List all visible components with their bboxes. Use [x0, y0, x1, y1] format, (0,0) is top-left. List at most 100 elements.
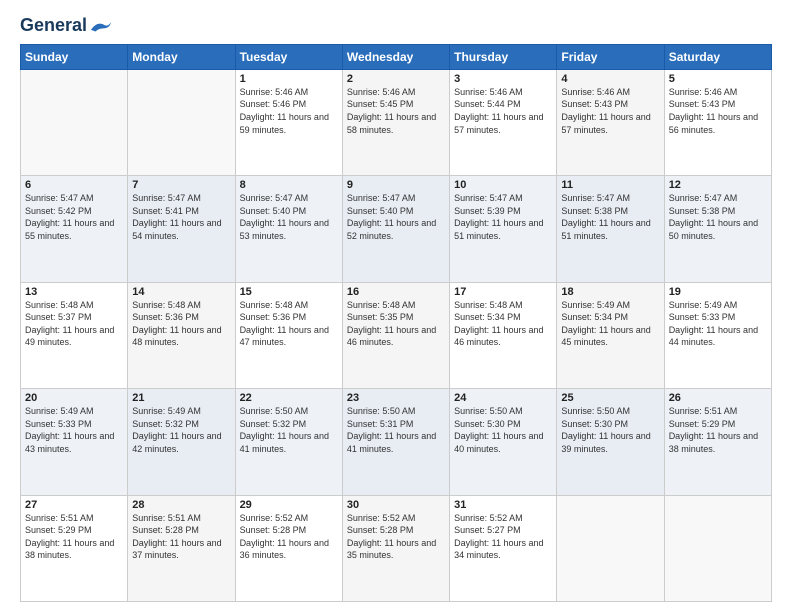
day-sun-info: Sunrise: 5:47 AMSunset: 5:40 PMDaylight:…: [240, 192, 338, 242]
day-sun-info: Sunrise: 5:46 AMSunset: 5:45 PMDaylight:…: [347, 86, 445, 136]
day-number: 1: [240, 73, 338, 85]
weekday-header-tuesday: Tuesday: [235, 44, 342, 69]
calendar-cell: 4Sunrise: 5:46 AMSunset: 5:43 PMDaylight…: [557, 69, 664, 175]
weekday-header-sunday: Sunday: [21, 44, 128, 69]
calendar-cell: 18Sunrise: 5:49 AMSunset: 5:34 PMDayligh…: [557, 282, 664, 388]
day-number: 6: [25, 179, 123, 191]
calendar-cell: 22Sunrise: 5:50 AMSunset: 5:32 PMDayligh…: [235, 389, 342, 495]
day-sun-info: Sunrise: 5:47 AMSunset: 5:42 PMDaylight:…: [25, 192, 123, 242]
day-number: 22: [240, 392, 338, 404]
calendar-cell: 5Sunrise: 5:46 AMSunset: 5:43 PMDaylight…: [664, 69, 771, 175]
day-sun-info: Sunrise: 5:51 AMSunset: 5:29 PMDaylight:…: [669, 405, 767, 455]
calendar-cell: 9Sunrise: 5:47 AMSunset: 5:40 PMDaylight…: [342, 176, 449, 282]
day-sun-info: Sunrise: 5:50 AMSunset: 5:30 PMDaylight:…: [561, 405, 659, 455]
week-row-5: 27Sunrise: 5:51 AMSunset: 5:29 PMDayligh…: [21, 495, 772, 601]
calendar-cell: [21, 69, 128, 175]
calendar-cell: 11Sunrise: 5:47 AMSunset: 5:38 PMDayligh…: [557, 176, 664, 282]
day-number: 18: [561, 286, 659, 298]
weekday-header-monday: Monday: [128, 44, 235, 69]
day-number: 11: [561, 179, 659, 191]
day-number: 29: [240, 499, 338, 511]
calendar-cell: 30Sunrise: 5:52 AMSunset: 5:28 PMDayligh…: [342, 495, 449, 601]
day-number: 26: [669, 392, 767, 404]
calendar-cell: 26Sunrise: 5:51 AMSunset: 5:29 PMDayligh…: [664, 389, 771, 495]
calendar-cell: 16Sunrise: 5:48 AMSunset: 5:35 PMDayligh…: [342, 282, 449, 388]
logo-general: General: [20, 16, 87, 36]
calendar-cell: 20Sunrise: 5:49 AMSunset: 5:33 PMDayligh…: [21, 389, 128, 495]
calendar-cell: 28Sunrise: 5:51 AMSunset: 5:28 PMDayligh…: [128, 495, 235, 601]
calendar-cell: 17Sunrise: 5:48 AMSunset: 5:34 PMDayligh…: [450, 282, 557, 388]
day-sun-info: Sunrise: 5:48 AMSunset: 5:36 PMDaylight:…: [132, 299, 230, 349]
calendar-cell: 8Sunrise: 5:47 AMSunset: 5:40 PMDaylight…: [235, 176, 342, 282]
page: General SundayMondayTuesdayWednesdayThur…: [0, 0, 792, 612]
logo-bird-icon: [89, 19, 113, 33]
calendar-cell: 25Sunrise: 5:50 AMSunset: 5:30 PMDayligh…: [557, 389, 664, 495]
day-sun-info: Sunrise: 5:47 AMSunset: 5:38 PMDaylight:…: [669, 192, 767, 242]
day-number: 2: [347, 73, 445, 85]
day-number: 25: [561, 392, 659, 404]
day-number: 21: [132, 392, 230, 404]
day-sun-info: Sunrise: 5:50 AMSunset: 5:31 PMDaylight:…: [347, 405, 445, 455]
day-number: 13: [25, 286, 123, 298]
day-sun-info: Sunrise: 5:52 AMSunset: 5:28 PMDaylight:…: [347, 512, 445, 562]
day-number: 23: [347, 392, 445, 404]
calendar-cell: 15Sunrise: 5:48 AMSunset: 5:36 PMDayligh…: [235, 282, 342, 388]
day-sun-info: Sunrise: 5:46 AMSunset: 5:43 PMDaylight:…: [561, 86, 659, 136]
weekday-header-saturday: Saturday: [664, 44, 771, 69]
calendar-cell: 12Sunrise: 5:47 AMSunset: 5:38 PMDayligh…: [664, 176, 771, 282]
calendar-cell: 29Sunrise: 5:52 AMSunset: 5:28 PMDayligh…: [235, 495, 342, 601]
day-number: 10: [454, 179, 552, 191]
day-number: 16: [347, 286, 445, 298]
calendar-cell: [557, 495, 664, 601]
calendar-cell: 21Sunrise: 5:49 AMSunset: 5:32 PMDayligh…: [128, 389, 235, 495]
day-sun-info: Sunrise: 5:47 AMSunset: 5:41 PMDaylight:…: [132, 192, 230, 242]
day-number: 7: [132, 179, 230, 191]
calendar-cell: [664, 495, 771, 601]
calendar-cell: 31Sunrise: 5:52 AMSunset: 5:27 PMDayligh…: [450, 495, 557, 601]
day-sun-info: Sunrise: 5:50 AMSunset: 5:32 PMDaylight:…: [240, 405, 338, 455]
day-number: 28: [132, 499, 230, 511]
day-number: 20: [25, 392, 123, 404]
day-sun-info: Sunrise: 5:51 AMSunset: 5:29 PMDaylight:…: [25, 512, 123, 562]
day-sun-info: Sunrise: 5:49 AMSunset: 5:32 PMDaylight:…: [132, 405, 230, 455]
calendar-cell: 2Sunrise: 5:46 AMSunset: 5:45 PMDaylight…: [342, 69, 449, 175]
day-sun-info: Sunrise: 5:52 AMSunset: 5:27 PMDaylight:…: [454, 512, 552, 562]
weekday-header-wednesday: Wednesday: [342, 44, 449, 69]
day-sun-info: Sunrise: 5:48 AMSunset: 5:37 PMDaylight:…: [25, 299, 123, 349]
day-sun-info: Sunrise: 5:47 AMSunset: 5:40 PMDaylight:…: [347, 192, 445, 242]
calendar-cell: 14Sunrise: 5:48 AMSunset: 5:36 PMDayligh…: [128, 282, 235, 388]
day-number: 19: [669, 286, 767, 298]
day-number: 12: [669, 179, 767, 191]
day-number: 8: [240, 179, 338, 191]
day-sun-info: Sunrise: 5:46 AMSunset: 5:44 PMDaylight:…: [454, 86, 552, 136]
calendar-cell: 1Sunrise: 5:46 AMSunset: 5:46 PMDaylight…: [235, 69, 342, 175]
day-number: 4: [561, 73, 659, 85]
weekday-header-friday: Friday: [557, 44, 664, 69]
day-sun-info: Sunrise: 5:48 AMSunset: 5:36 PMDaylight:…: [240, 299, 338, 349]
calendar-cell: 6Sunrise: 5:47 AMSunset: 5:42 PMDaylight…: [21, 176, 128, 282]
day-number: 30: [347, 499, 445, 511]
calendar-cell: 10Sunrise: 5:47 AMSunset: 5:39 PMDayligh…: [450, 176, 557, 282]
calendar-cell: 13Sunrise: 5:48 AMSunset: 5:37 PMDayligh…: [21, 282, 128, 388]
header: General: [20, 16, 772, 36]
day-sun-info: Sunrise: 5:51 AMSunset: 5:28 PMDaylight:…: [132, 512, 230, 562]
day-sun-info: Sunrise: 5:48 AMSunset: 5:34 PMDaylight:…: [454, 299, 552, 349]
day-sun-info: Sunrise: 5:49 AMSunset: 5:33 PMDaylight:…: [669, 299, 767, 349]
calendar-cell: 3Sunrise: 5:46 AMSunset: 5:44 PMDaylight…: [450, 69, 557, 175]
calendar-cell: 24Sunrise: 5:50 AMSunset: 5:30 PMDayligh…: [450, 389, 557, 495]
day-sun-info: Sunrise: 5:49 AMSunset: 5:34 PMDaylight:…: [561, 299, 659, 349]
day-number: 5: [669, 73, 767, 85]
day-number: 31: [454, 499, 552, 511]
week-row-4: 20Sunrise: 5:49 AMSunset: 5:33 PMDayligh…: [21, 389, 772, 495]
day-number: 24: [454, 392, 552, 404]
day-number: 14: [132, 286, 230, 298]
day-sun-info: Sunrise: 5:50 AMSunset: 5:30 PMDaylight:…: [454, 405, 552, 455]
calendar-cell: 23Sunrise: 5:50 AMSunset: 5:31 PMDayligh…: [342, 389, 449, 495]
day-sun-info: Sunrise: 5:49 AMSunset: 5:33 PMDaylight:…: [25, 405, 123, 455]
calendar-cell: [128, 69, 235, 175]
calendar-cell: 19Sunrise: 5:49 AMSunset: 5:33 PMDayligh…: [664, 282, 771, 388]
calendar-table: SundayMondayTuesdayWednesdayThursdayFrid…: [20, 44, 772, 602]
day-sun-info: Sunrise: 5:46 AMSunset: 5:46 PMDaylight:…: [240, 86, 338, 136]
day-sun-info: Sunrise: 5:46 AMSunset: 5:43 PMDaylight:…: [669, 86, 767, 136]
logo: General: [20, 16, 113, 36]
